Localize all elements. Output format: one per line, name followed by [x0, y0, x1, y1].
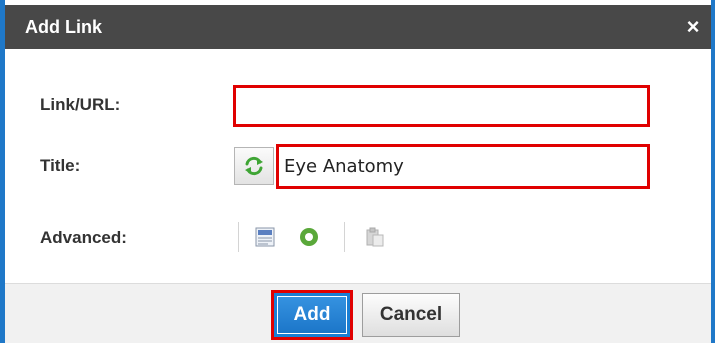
url-input[interactable] [233, 85, 650, 127]
add-link-dialog-page: Add Link × Link/URL: Title: Advanced: [0, 0, 715, 343]
dialog-footer [5, 283, 711, 343]
refresh-title-button[interactable] [234, 147, 274, 185]
advanced-divider [238, 222, 239, 252]
add-button[interactable]: Add [271, 290, 353, 340]
title-input[interactable] [276, 144, 650, 189]
paste-icon[interactable] [364, 226, 386, 248]
spellcheck-icon[interactable] [254, 226, 276, 248]
refresh-icon [245, 156, 263, 176]
close-icon[interactable]: × [679, 5, 707, 49]
title-label: Title: [40, 156, 81, 175]
advanced-label: Advanced: [40, 228, 127, 247]
dialog-title: Add Link [25, 17, 102, 37]
radio-circle-icon[interactable] [298, 226, 320, 248]
advanced-divider [344, 222, 345, 252]
window-edge-right [711, 0, 715, 343]
cancel-button[interactable]: Cancel [362, 293, 460, 337]
add-button-face: Add [277, 296, 347, 334]
url-label: Link/URL: [40, 95, 121, 114]
dialog-titlebar: Add Link × [5, 5, 711, 49]
